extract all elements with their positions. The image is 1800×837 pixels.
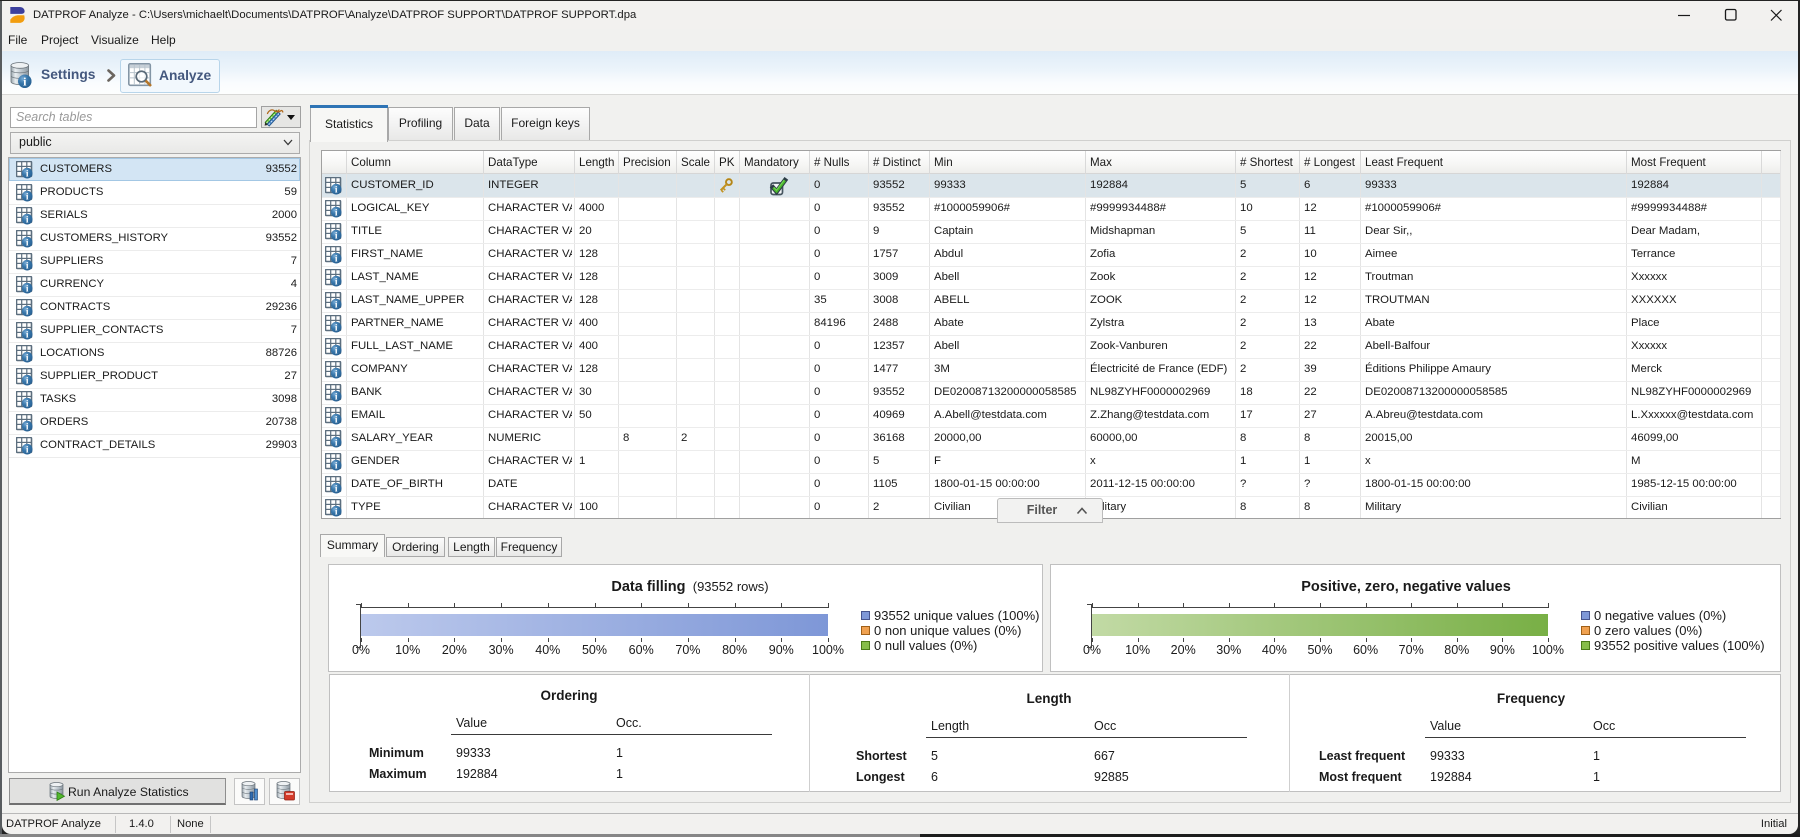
svg-text:i: i — [335, 439, 338, 448]
svg-text:i: i — [335, 232, 338, 241]
svg-text:i: i — [335, 416, 338, 425]
svg-text:i: i — [335, 209, 338, 218]
svg-text:i: i — [335, 186, 338, 195]
svg-text:i: i — [26, 423, 29, 432]
svg-text:i: i — [335, 485, 338, 494]
svg-text:i: i — [335, 462, 338, 471]
svg-text:i: i — [26, 354, 29, 363]
svg-text:i: i — [335, 347, 338, 356]
svg-text:i: i — [26, 446, 29, 455]
svg-text:i: i — [335, 255, 338, 264]
svg-text:i: i — [26, 239, 29, 248]
svg-text:i: i — [26, 331, 29, 340]
svg-text:i: i — [26, 262, 29, 271]
svg-text:i: i — [26, 308, 29, 317]
svg-text:i: i — [335, 324, 338, 333]
svg-text:i: i — [335, 393, 338, 402]
svg-text:i: i — [335, 370, 338, 379]
svg-text:i: i — [335, 278, 338, 287]
svg-text:i: i — [335, 508, 338, 517]
svg-text:i: i — [26, 170, 29, 179]
svg-text:i: i — [26, 285, 29, 294]
svg-text:i: i — [335, 301, 338, 310]
svg-text:i: i — [26, 377, 29, 386]
svg-text:i: i — [26, 216, 29, 225]
svg-text:i: i — [26, 193, 29, 202]
svg-text:i: i — [26, 400, 29, 409]
